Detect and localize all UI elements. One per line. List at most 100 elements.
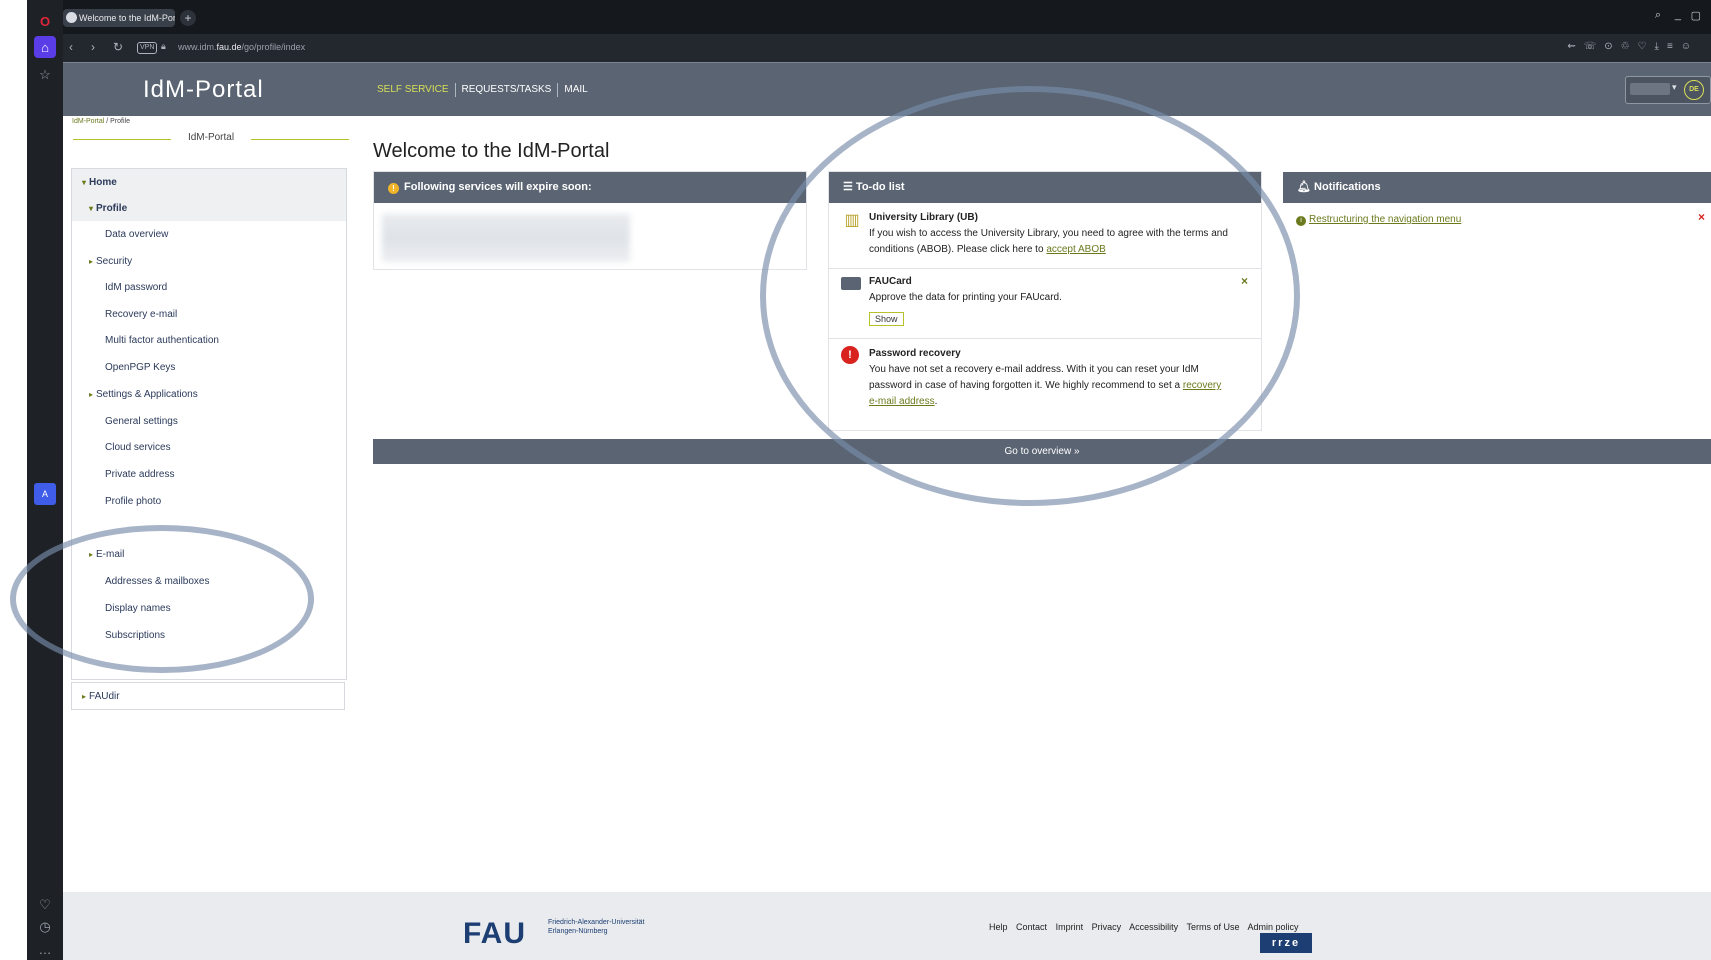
todo-panel: ☰ To-do list ▥ University Library (UB) I… [828,171,1262,431]
sidebar-item-display-names[interactable]: Display names [105,603,171,614]
history-icon[interactable]: ◷ [34,916,56,938]
top-nav: SELF SERVICE REQUESTS/TASKS MAIL [371,83,594,97]
dismiss-faucard-icon[interactable]: × [1241,274,1248,288]
notifications-panel-header: 🔔︎ Notifications [1283,172,1711,203]
language-selector[interactable]: ▾ DE [1625,76,1711,104]
footer-link-privacy[interactable]: Privacy [1092,922,1122,932]
lock-icon: 🔒︎ [161,41,166,51]
breadcrumb-home[interactable]: IdM-Portal [72,118,104,125]
breadcrumb-current: Profile [110,118,130,125]
fau-logo[interactable]: FAU [463,917,526,951]
url-field[interactable]: www.idm.fau.de/go/profile/index [178,42,305,52]
footer-link-contact[interactable]: Contact [1016,922,1047,932]
caret-right-icon: ▸ [89,257,94,266]
sidebar-item-profile-photo[interactable]: Profile photo [105,496,161,507]
sidebar-item-general-settings[interactable]: General settings [105,416,178,427]
maximize-icon[interactable]: ▢ [1691,9,1701,22]
list-icon: ☰ [843,181,856,193]
desktop-edge [0,0,27,960]
footer-link-accessibility[interactable]: Accessibility [1129,922,1178,932]
rrze-logo[interactable]: rrze [1260,933,1312,953]
todo-title: University Library (UB) [869,212,978,223]
nav-requests-tasks[interactable]: REQUESTS/TASKS [454,83,558,97]
home-icon[interactable]: ⌂ [34,36,56,58]
tab-bar: Welcome to the IdM-Port + ⌕ _ ▢ [63,0,1711,34]
sidebar-item-cloud-services[interactable]: Cloud services [105,442,171,453]
sidebar-item-idm-password[interactable]: IdM password [105,282,167,293]
todo-title: Password recovery [869,348,961,359]
footer-link-help[interactable]: Help [989,922,1008,932]
forward-icon[interactable]: › [91,40,95,54]
footer: FAU Friedrich-Alexander-Universität Erlan… [63,892,1711,960]
bookmark-icon[interactable]: ☆ [34,64,56,86]
todo-text: You have not set a recovery e-mail addre… [869,364,1222,407]
todo-item-faucard: FAUCard Approve the data for printing yo… [829,270,1261,339]
sidebar-item-private-address[interactable]: Private address [105,469,174,480]
notification-item[interactable]: i Restructuring the navigation menu [1296,214,1461,226]
todo-item-ub: ▥ University Library (UB) If you wish to… [829,210,1261,269]
show-button[interactable]: Show [869,312,904,326]
bell-icon: 🔔︎ [1297,181,1315,193]
browser-sidebar: O ⌂ ☆ A ♡ ◷ … [27,0,63,960]
sidebar-item-profile[interactable]: ▾ Profile [89,203,127,214]
vpn-badge[interactable]: VPN [137,42,158,54]
back-icon[interactable]: ‹ [69,40,73,54]
portal-header: IdM-Portal SELF SERVICE REQUESTS/TASKS M… [63,62,1711,116]
info-icon: i [1296,216,1306,226]
go-to-overview-button[interactable]: Go to overview » [373,439,1711,464]
sidebar-item-security[interactable]: ▸ Security [89,256,132,267]
minimize-icon[interactable]: _ [1675,9,1681,21]
chevron-down-icon: ▾ [1672,82,1677,92]
footer-links: Help Contact Imprint Privacy Accessibili… [989,922,1305,932]
todo-text: Approve the data for printing your FAUca… [869,292,1062,303]
nav-self-service[interactable]: SELF SERVICE [371,83,455,97]
caret-right-icon: ▸ [82,692,87,701]
caret-down-icon: ▾ [82,178,87,187]
caret-right-icon: ▸ [89,390,94,399]
todo-title: FAUCard [869,276,912,287]
sidebar-item-mfa[interactable]: Multi factor authentication [105,335,219,346]
browser-tab[interactable]: Welcome to the IdM-Port [63,9,175,27]
sidebar-item-email[interactable]: ▸ E-mail [89,549,124,560]
blurred-services [382,214,630,262]
alert-icon: ! [841,346,863,366]
info-icon: ! [388,183,399,194]
footer-link-imprint[interactable]: Imprint [1056,922,1084,932]
footer-link-admin-policy[interactable]: Admin policy [1248,922,1299,932]
fau-logo-subtitle: Friedrich-Alexander-Universität Erlangen-… [548,919,645,935]
sidebar-item-home[interactable]: ▾ Home [82,177,117,188]
sidebar-item-recovery-email[interactable]: Recovery e-mail [105,309,177,320]
footer-link-terms[interactable]: Terms of Use [1187,922,1240,932]
sidebar-item-subscriptions[interactable]: Subscriptions [105,630,165,641]
heart-icon[interactable]: ♡ [34,894,56,916]
more-icon[interactable]: … [34,938,56,960]
todo-panel-header: ☰ To-do list [829,172,1261,203]
tab-title: Welcome to the IdM-Port [79,13,175,23]
app-icon[interactable]: A [34,483,56,505]
todo-item-password-recovery: ! Password recovery You have not set a r… [829,340,1261,424]
new-tab-button[interactable]: + [180,10,196,26]
breadcrumb: IdM-Portal / Profile [72,118,130,125]
dismiss-notification-icon[interactable]: × [1698,210,1705,224]
sidebar-item-faudir[interactable]: ▸ FAUdir [71,682,345,710]
expire-panel-header: ! Following services will expire soon: [374,172,806,203]
nav-mail[interactable]: MAIL [557,83,593,97]
opera-logo-icon[interactable]: O [34,10,56,32]
todo-text: If you wish to access the University Lib… [869,228,1228,255]
toolbar-icons[interactable]: ⇜☏⊙♲♡⤓≡☺ [1567,41,1699,52]
reload-icon[interactable]: ↻ [113,40,123,54]
portal-logo[interactable]: IdM-Portal [143,76,264,104]
sidebar-item-settings-apps[interactable]: ▸ Settings & Applications [89,389,198,400]
globe-icon[interactable]: DE [1684,80,1704,100]
sidebar-title: IdM-Portal [73,132,349,143]
caret-right-icon: ▸ [89,550,94,559]
user-dropdown[interactable] [1630,83,1670,95]
caret-down-icon: ▾ [89,204,94,213]
tab-favicon-icon [66,12,77,23]
sidebar-item-data-overview[interactable]: Data overview [105,229,168,240]
sidebar-item-openpgp[interactable]: OpenPGP Keys [105,362,175,373]
accept-abob-link[interactable]: accept ABOB [1046,244,1105,255]
search-tabs-icon[interactable]: ⌕ [1655,9,1661,22]
sidebar-nav: ▾ Home ▾ Profile Data overview ▸ Security I… [71,168,347,680]
sidebar-item-addresses-mailboxes[interactable]: Addresses & mailboxes [105,576,210,587]
